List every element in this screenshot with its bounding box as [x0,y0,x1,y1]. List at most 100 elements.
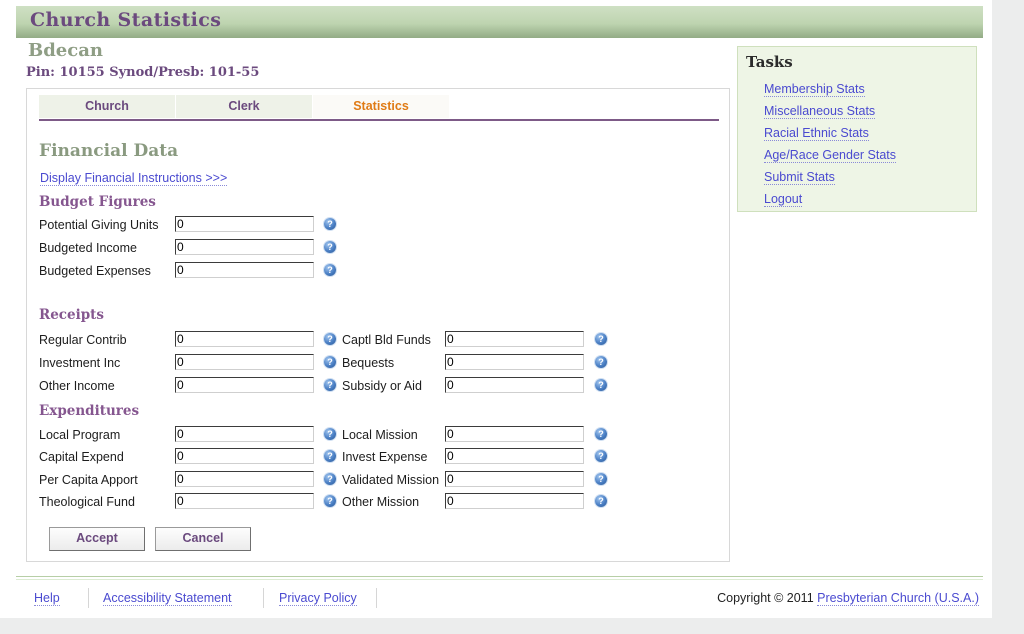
row-budgeted-expenses: Budgeted Expenses ? [39,262,359,284]
label-validated-mission: Validated Mission [342,473,440,487]
footer-separator-1 [88,588,89,608]
label-potential-giving-units: Potential Giving Units [39,218,159,232]
input-budgeted-income[interactable] [175,239,314,255]
input-captl-bld-funds[interactable] [445,331,584,347]
page-bottom-margin [0,618,1024,634]
footer-separator-2 [263,588,264,608]
footer-separator-3 [376,588,377,608]
task-link-miscellaneous-stats[interactable]: Miscellaneous Stats [764,104,876,119]
tab-church[interactable]: Church [39,95,176,118]
section-heading-financial-data: Financial Data [39,141,179,161]
input-potential-giving-units[interactable] [175,216,314,232]
tab-clerk[interactable]: Clerk [176,95,313,118]
page-right-margin [992,0,1024,634]
tab-underline [39,119,719,121]
help-icon-invest-expense[interactable]: ? [595,450,607,462]
input-capital-expend[interactable] [175,448,314,464]
page-root: Church Statistics Bdecan Pin: 10155 Syno… [0,0,992,618]
label-captl-bld-funds: Captl Bld Funds [342,333,431,347]
input-invest-expense[interactable] [445,448,584,464]
footer: Help Accessibility Statement Privacy Pol… [16,580,983,614]
input-budgeted-expenses[interactable] [175,262,314,278]
tasks-panel: Tasks Membership Stats Miscellaneous Sta… [737,46,977,212]
input-local-mission[interactable] [445,426,584,442]
financial-data-panel: Church Clerk Statistics Financial Data D… [26,88,730,562]
input-investment-inc[interactable] [175,354,314,370]
task-link-submit-stats[interactable]: Submit Stats [764,170,835,185]
input-per-capita-apport[interactable] [175,471,314,487]
input-theological-fund[interactable] [175,493,314,509]
input-subsidy-or-aid[interactable] [445,377,584,393]
label-local-mission: Local Mission [342,428,418,442]
help-icon-regular-contrib[interactable]: ? [324,333,336,345]
input-validated-mission[interactable] [445,471,584,487]
tasks-title: Tasks [746,53,793,71]
row-other-income: Other Income ? Subsidy or Aid ? [39,377,619,399]
group-title-budget-figures: Budget Figures [39,194,156,210]
cancel-button[interactable]: Cancel [155,527,251,551]
help-icon-investment-inc[interactable]: ? [324,356,336,368]
input-other-mission[interactable] [445,493,584,509]
label-theological-fund: Theological Fund [39,495,135,509]
church-name: Bdecan [28,40,103,61]
help-icon-per-capita-apport[interactable]: ? [324,473,336,485]
row-per-capita-apport: Per Capita Apport ? Validated Mission ? [39,471,619,493]
help-icon-local-program[interactable]: ? [324,428,336,440]
copyright-text: Copyright © 2011 [717,591,818,605]
group-title-receipts: Receipts [39,307,105,323]
page-title: Church Statistics [30,9,222,31]
copyright-notice: Copyright © 2011 Presbyterian Church (U.… [717,591,979,606]
tab-strip-filler [450,95,719,118]
help-icon-theological-fund[interactable]: ? [324,495,336,507]
task-link-membership-stats[interactable]: Membership Stats [764,82,865,97]
row-budgeted-income: Budgeted Income ? [39,239,359,261]
help-icon-other-income[interactable]: ? [324,379,336,391]
help-icon-validated-mission[interactable]: ? [595,473,607,485]
footer-link-privacy-policy[interactable]: Privacy Policy [279,591,357,606]
row-regular-contrib: Regular Contrib ? Captl Bld Funds ? [39,331,619,353]
input-regular-contrib[interactable] [175,331,314,347]
label-budgeted-expenses: Budgeted Expenses [39,264,151,278]
row-local-program: Local Program ? Local Mission ? [39,426,619,448]
help-icon-potential-giving-units[interactable]: ? [324,218,336,230]
input-bequests[interactable] [445,354,584,370]
help-icon-capital-expend[interactable]: ? [324,450,336,462]
label-budgeted-income: Budgeted Income [39,241,137,255]
row-potential-giving-units: Potential Giving Units ? [39,216,359,238]
help-icon-subsidy-or-aid[interactable]: ? [595,379,607,391]
label-local-program: Local Program [39,428,121,442]
label-per-capita-apport: Per Capita Apport [39,473,138,487]
copyright-link-presbyterian-church[interactable]: Presbyterian Church (U.S.A.) [817,591,979,606]
task-link-logout[interactable]: Logout [764,192,803,207]
label-regular-contrib: Regular Contrib [39,333,127,347]
help-icon-budgeted-income[interactable]: ? [324,241,336,253]
label-invest-expense: Invest Expense [342,450,428,464]
accept-button[interactable]: Accept [49,527,145,551]
task-link-racial-ethnic-stats[interactable]: Racial Ethnic Stats [764,126,869,141]
tab-statistics[interactable]: Statistics [313,95,450,118]
footer-link-help[interactable]: Help [34,591,60,606]
label-other-mission: Other Mission [342,495,420,509]
row-capital-expend: Capital Expend ? Invest Expense ? [39,448,619,470]
help-icon-local-mission[interactable]: ? [595,428,607,440]
footer-link-accessibility-statement[interactable]: Accessibility Statement [103,591,232,606]
help-icon-captl-bld-funds[interactable]: ? [595,333,607,345]
help-icon-bequests[interactable]: ? [595,356,607,368]
label-investment-inc: Investment Inc [39,356,121,370]
help-icon-budgeted-expenses[interactable]: ? [324,264,336,276]
input-other-income[interactable] [175,377,314,393]
label-bequests: Bequests [342,356,395,370]
row-theological-fund: Theological Fund ? Other Mission ? [39,493,619,515]
pin-synod-line: Pin: 10155 Synod/Presb: 101-55 [26,65,260,80]
help-icon-other-mission[interactable]: ? [595,495,607,507]
app-header-bar: Church Statistics [16,6,983,38]
group-title-expenditures: Expenditures [39,403,140,419]
input-local-program[interactable] [175,426,314,442]
task-link-age-race-gender-stats[interactable]: Age/Race Gender Stats [764,148,897,163]
tab-strip: Church Clerk Statistics [39,95,719,119]
label-capital-expend: Capital Expend [39,450,124,464]
row-investment-inc: Investment Inc ? Bequests ? [39,354,619,376]
label-subsidy-or-aid: Subsidy or Aid [342,379,422,393]
display-financial-instructions-link[interactable]: Display Financial Instructions >>> [40,171,228,186]
label-other-income: Other Income [39,379,115,393]
